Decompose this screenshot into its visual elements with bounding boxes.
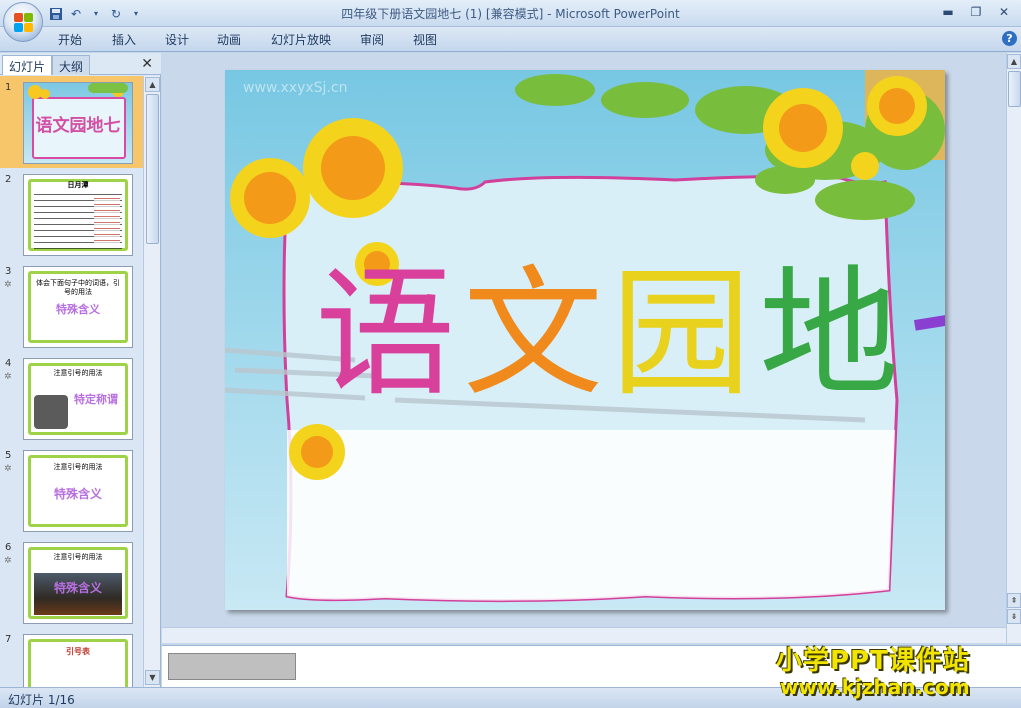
previous-slide-icon[interactable]: ⇞ <box>1007 593 1021 608</box>
tab-slideshow[interactable]: 幻灯片放映 <box>271 31 331 48</box>
title-char: 地 <box>759 253 900 416</box>
help-icon[interactable]: ? <box>1002 31 1017 46</box>
thumbnail-scrollbar[interactable]: ▲ ▼ <box>143 76 160 687</box>
slide-thumbnail-2[interactable]: 2 日月潭 <box>0 168 143 260</box>
thumbnail-image: 日月潭 <box>23 174 133 256</box>
notes-placeholder <box>168 653 296 680</box>
window-controls: ▬ ❐ ✕ <box>935 2 1017 22</box>
site-watermark-title: 小学PPT课件站 <box>776 646 970 676</box>
minimize-button[interactable]: ▬ <box>935 2 961 22</box>
thumbnail-image: 注意引号的用法 特定称谓 <box>23 358 133 440</box>
tab-home[interactable]: 开始 <box>58 31 82 48</box>
slide-number: 4 <box>5 358 12 369</box>
scroll-up-icon[interactable]: ▲ <box>1007 54 1021 69</box>
slides-panel: 幻灯片 大纲 ✕ 1 语文园地七 2 日月潭 3 ✲ 体会下面句子中的词语，引号… <box>0 53 161 687</box>
slide-thumbnail-4[interactable]: 4 ✲ 注意引号的用法 特定称谓 <box>0 352 143 444</box>
thumbnail-title: 特定称谓 <box>74 393 118 406</box>
scroll-up-icon[interactable]: ▲ <box>145 77 160 92</box>
slide-thumbnail-6[interactable]: 6 ✲ 注意引号的用法 特殊含义 <box>0 536 143 628</box>
thumbnail-title: 日月潭 <box>67 181 89 189</box>
slide-number: 7 <box>5 634 12 645</box>
title-char: 七 <box>907 265 945 405</box>
tab-view[interactable]: 视图 <box>413 31 437 48</box>
slide-thumbnail-1[interactable]: 1 语文园地七 <box>0 76 143 168</box>
panel-tabs: 幻灯片 大纲 ✕ <box>0 53 161 75</box>
slide-watermark: www.xxyxSj.cn <box>243 80 347 96</box>
animation-star-icon: ✲ <box>4 464 12 474</box>
thumbnail-image: 引号表 <box>23 634 133 687</box>
ribbon-tabs: 开始 插入 设计 动画 幻灯片放映 审阅 视图 ? <box>0 27 1021 52</box>
title-char: 语 <box>315 253 456 416</box>
tab-slides[interactable]: 幻灯片 <box>2 55 53 75</box>
slide-number: 6 <box>5 542 12 553</box>
tab-design[interactable]: 设计 <box>165 31 189 48</box>
restore-button[interactable]: ❐ <box>963 2 989 22</box>
title-char: 文 <box>463 253 604 416</box>
slide-title: 语 文 园 地 七 <box>315 220 945 450</box>
thumbnail-title: 特殊含义 <box>56 303 100 316</box>
slide-thumbnail-5[interactable]: 5 ✲ 注意引号的用法 特殊含义 <box>0 444 143 536</box>
current-slide[interactable]: www.xxyxSj.cn 语 文 园 地 <box>225 70 945 610</box>
slide-number: 5 <box>5 450 12 461</box>
thumbnail-image: 注意引号的用法 特殊含义 <box>23 450 133 532</box>
title-bar: ↶ ▾ ↻ ▾ 四年级下册语文园地七 (1) [兼容模式] - Microsof… <box>0 0 1021 27</box>
editor-vertical-scrollbar[interactable]: ▲ ⇞ ⇟ <box>1006 53 1021 643</box>
animation-star-icon: ✲ <box>4 556 12 566</box>
slide-thumbnail-7[interactable]: 7 引号表 <box>0 628 143 687</box>
close-button[interactable]: ✕ <box>991 2 1017 22</box>
thumbnail-title: 特殊含义 <box>53 487 102 501</box>
slide-counter: 幻灯片 1/16 <box>8 693 75 707</box>
office-button[interactable] <box>3 2 43 42</box>
thumbnail-title: 引号表 <box>66 647 90 656</box>
thumbnail-text: 体会下面句子中的词语，引号的用法 <box>36 279 120 296</box>
tab-review[interactable]: 审阅 <box>360 31 384 48</box>
thumbnail-image: 语文园地七 <box>23 82 133 164</box>
scrollbar-thumb[interactable] <box>146 94 159 244</box>
close-panel-icon[interactable]: ✕ <box>141 56 153 72</box>
thumbnail-text: 注意引号的用法 <box>53 463 103 471</box>
slide-editor: www.xxyxSj.cn 语 文 园 地 <box>162 53 1006 643</box>
thumbnail-image: 体会下面句子中的词语，引号的用法 特殊含义 <box>23 266 133 348</box>
animation-star-icon: ✲ <box>4 280 12 290</box>
thumbnail-image: 注意引号的用法 特殊含义 <box>23 542 133 624</box>
tab-insert[interactable]: 插入 <box>112 31 136 48</box>
window-title: 四年级下册语文园地七 (1) [兼容模式] - Microsoft PowerP… <box>341 7 680 21</box>
title-char: 园 <box>611 253 752 416</box>
thumbnail-list: 1 语文园地七 2 日月潭 3 ✲ 体会下面句子中的词语，引号的用法 特殊含义 … <box>0 76 143 687</box>
thumbnail-text: 注意引号的用法 <box>53 369 103 377</box>
thumbnail-text: 注意引号的用法 <box>53 553 103 561</box>
slide-number: 3 <box>5 266 12 277</box>
next-slide-icon[interactable]: ⇟ <box>1007 609 1021 624</box>
scrollbar-thumb[interactable] <box>1008 71 1021 107</box>
slide-number: 2 <box>5 174 12 185</box>
office-logo-icon <box>14 13 34 33</box>
slide-thumbnail-3[interactable]: 3 ✲ 体会下面句子中的词语，引号的用法 特殊含义 <box>0 260 143 352</box>
site-watermark-url: www.kjzhan.com <box>780 675 970 699</box>
tab-animation[interactable]: 动画 <box>217 31 241 48</box>
scroll-down-icon[interactable]: ▼ <box>145 670 160 685</box>
animation-star-icon: ✲ <box>4 372 12 382</box>
thumbnail-title: 语文园地七 <box>35 116 121 136</box>
tab-outline[interactable]: 大纲 <box>52 55 91 75</box>
thumbnail-title: 特殊含义 <box>53 581 102 595</box>
slide-number: 1 <box>5 82 12 93</box>
